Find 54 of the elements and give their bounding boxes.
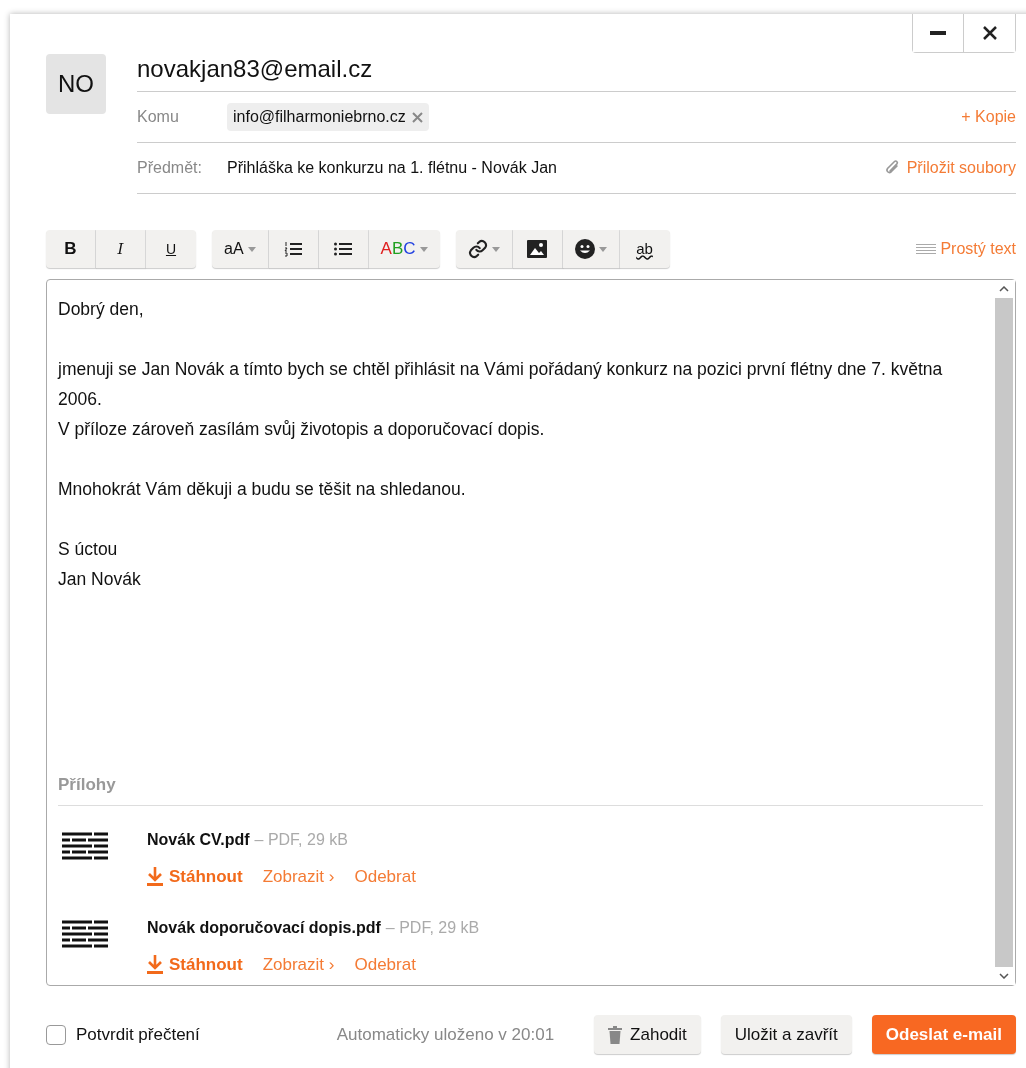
file-name: Novák doporučovací dopis.pdf <box>147 917 381 938</box>
smiley-icon <box>574 239 595 259</box>
minimize-button[interactable] <box>913 14 964 52</box>
autosave-status: Automaticky uloženo v 20:01 <box>336 1023 555 1046</box>
bold-button[interactable]: B <box>46 230 96 268</box>
scroll-up-icon <box>999 286 1009 292</box>
font-size-button[interactable]: aA <box>212 230 269 268</box>
minimize-icon <box>930 31 946 35</box>
sender-email: novakjan83@email.cz <box>137 57 373 81</box>
color-button[interactable]: ABC <box>368 230 440 268</box>
discard-button[interactable]: Zahodit <box>594 1015 701 1054</box>
close-button[interactable] <box>964 14 1015 52</box>
file-name: Novák CV.pdf <box>147 830 250 850</box>
attachments-title: Přílohy <box>58 771 983 806</box>
caret-icon <box>491 246 500 252</box>
download-icon <box>147 867 163 887</box>
underline-button[interactable]: U <box>146 230 196 268</box>
scroll-down-icon <box>999 973 1009 979</box>
link-button[interactable] <box>455 230 513 268</box>
to-label: Komu <box>137 107 180 127</box>
read-receipt-label: Potvrdit přečtení <box>76 1023 200 1046</box>
bullet-list-button[interactable] <box>318 230 369 268</box>
message-text: Mnohokrát Vám děkuji a budu se těšit na shledanou. <box>58 478 467 501</box>
message-text: Jan Novák <box>58 568 142 591</box>
spellcheck-button[interactable]: ab <box>619 230 670 268</box>
bullet-list-icon <box>334 242 353 256</box>
remove-icon <box>411 111 423 123</box>
file-meta: – PDF, 29 kB <box>385 917 480 938</box>
emoji-button[interactable] <box>562 230 620 268</box>
numbered-list-icon <box>284 241 303 257</box>
close-icon <box>982 26 997 40</box>
link-icon <box>467 239 488 259</box>
image-icon <box>527 240 548 258</box>
italic-button[interactable]: I <box>96 230 146 268</box>
numbered-list-button[interactable] <box>268 230 319 268</box>
scrollbar[interactable] <box>993 280 1015 985</box>
recipient-chip[interactable]: info@filharmoniebrno.cz <box>227 103 429 131</box>
image-button[interactable] <box>512 230 563 268</box>
message-text: S úctou <box>58 538 119 561</box>
message-text: Dobrý den, <box>58 298 145 321</box>
read-receipt-checkbox[interactable] <box>46 1024 66 1045</box>
file-meta: – PDF, 29 kB <box>254 830 348 850</box>
caret-icon <box>247 246 256 252</box>
save-close-button[interactable]: Uložit a zavřít <box>720 1015 852 1054</box>
caret-icon <box>419 246 428 252</box>
subject-label: Předmět: <box>137 158 203 178</box>
caret-icon <box>598 246 607 252</box>
lines-icon <box>916 244 937 254</box>
subject-field[interactable]: Přihláška ke konkurzu na 1. flétnu - Novák Jan <box>227 156 885 180</box>
avatar: NO <box>46 54 106 114</box>
trash-icon <box>608 1025 623 1044</box>
message-text: V příloze zároveň zasílám svůj životopis a doporučovací dopis. <box>58 418 546 441</box>
download-icon <box>147 954 163 974</box>
message-text: jmenuji se Jan Novák a tímto bych se chtěl přihlásit na Vámi pořádaný konkurz na pozici první flétny dne 7. května 2006. <box>58 358 944 411</box>
